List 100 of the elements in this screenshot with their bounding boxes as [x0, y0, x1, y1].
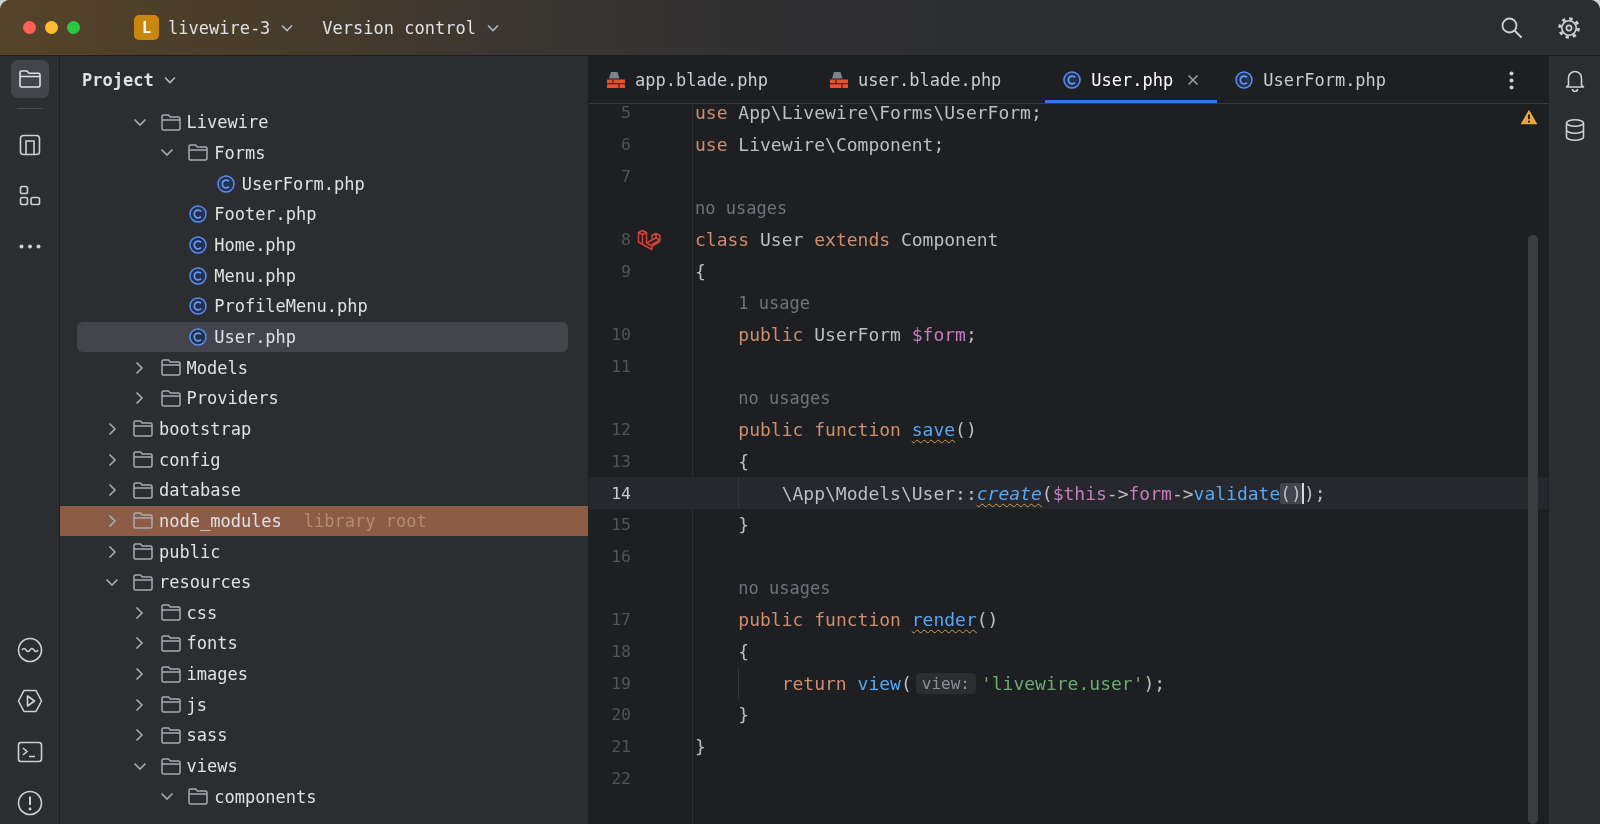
folder-icon — [133, 420, 153, 438]
tree-item[interactable]: Menu.php — [60, 260, 588, 291]
code-text: class User extends Component — [695, 229, 999, 251]
chevron-down-icon — [281, 23, 294, 32]
tree-item[interactable]: Home.php — [60, 229, 588, 261]
class-icon — [189, 235, 208, 254]
minimize-window-button[interactable] — [45, 21, 58, 34]
tree-item[interactable]: fonts — [60, 628, 588, 659]
folder-icon — [133, 512, 153, 530]
code-text: } — [695, 736, 706, 758]
more-icon[interactable] — [18, 243, 41, 249]
folder-icon — [160, 726, 181, 744]
scrollbar-thumb[interactable] — [1528, 235, 1538, 824]
editor-tab[interactable]: app.blade.php — [589, 56, 813, 103]
usage-hint[interactable]: 1 usage — [738, 292, 810, 313]
chevron-down-icon — [163, 76, 176, 84]
line-number: 8 — [620, 230, 631, 250]
folder-icon — [160, 635, 181, 652]
folder-icon — [133, 451, 153, 469]
chevron-down-icon — [486, 23, 499, 32]
parameter-hint: view: — [915, 672, 976, 694]
class-icon — [189, 297, 208, 316]
more-vertical-icon[interactable] — [1509, 71, 1514, 90]
line-number: 18 — [610, 642, 631, 662]
code-text: } — [738, 514, 750, 536]
tree-item[interactable]: bootstrap — [60, 413, 588, 445]
class-icon — [189, 266, 208, 285]
tree-item[interactable]: css — [60, 597, 588, 629]
line-number: 6 — [620, 135, 631, 155]
tree-item[interactable]: js — [60, 689, 588, 721]
tree-item[interactable]: database — [60, 474, 588, 506]
line-number: 22 — [610, 768, 631, 788]
code-text: ); — [1303, 482, 1326, 504]
gutter-marker-icon[interactable] — [637, 228, 661, 251]
blade-file-icon — [606, 71, 626, 89]
repository-dropdown[interactable]: livewire-3 — [168, 17, 294, 38]
squares-icon — [18, 185, 41, 207]
folder-icon — [188, 788, 209, 806]
code-text: public function save() — [738, 419, 977, 441]
database-icon[interactable] — [1563, 118, 1586, 142]
blade-file-icon — [829, 71, 850, 89]
tree-item[interactable]: UserForm.php — [60, 168, 588, 199]
hexagon-play-icon[interactable] — [16, 689, 43, 713]
wave-circle-icon[interactable] — [16, 637, 43, 663]
line-number: 9 — [620, 261, 631, 281]
tree-item[interactable]: Footer.php — [60, 198, 588, 230]
line-number: 7 — [620, 166, 631, 186]
tree-item[interactable]: Livewire — [60, 107, 588, 138]
folder-icon — [160, 665, 181, 683]
tree-item[interactable]: sass — [60, 720, 588, 751]
tree-item[interactable]: Forms — [60, 137, 588, 169]
class-icon — [1063, 71, 1082, 89]
tree-item[interactable]: ProfileMenu.php — [60, 290, 588, 322]
class-icon — [189, 205, 208, 224]
folder-icon — [133, 543, 153, 560]
editor-tab[interactable]: UserForm.php — [1217, 56, 1431, 103]
folder-icon — [160, 389, 181, 407]
line-number: 12 — [610, 420, 631, 440]
tree-item[interactable]: Models — [60, 352, 588, 383]
editor-tab[interactable]: user.blade.php — [812, 56, 1046, 103]
terminal-icon[interactable] — [16, 741, 43, 763]
tool-window-button[interactable] — [10, 60, 49, 98]
tree-item[interactable]: views — [60, 750, 588, 782]
repository-badge: L — [134, 15, 159, 40]
code-text: public function render() — [738, 609, 999, 631]
code-text: public UserForm $form; — [738, 324, 977, 346]
folder-icon — [160, 757, 181, 775]
line-number: 5 — [620, 104, 631, 123]
tree-item[interactable]: public — [60, 536, 588, 567]
class-icon — [216, 174, 235, 193]
tree-item[interactable]: resources — [60, 566, 588, 598]
close-icon[interactable] — [1187, 74, 1200, 86]
code-text: use Livewire\Component; — [695, 134, 945, 156]
folder-icon — [133, 481, 153, 499]
tree-item[interactable]: config — [60, 444, 588, 475]
zoom-window-button[interactable] — [67, 21, 80, 34]
tree-item[interactable]: User.php — [77, 321, 568, 353]
warning-icon[interactable] — [1520, 109, 1538, 125]
line-number: 11 — [610, 356, 631, 376]
line-number: 16 — [610, 546, 631, 566]
line-number: 20 — [610, 705, 631, 725]
line-number: 17 — [610, 610, 631, 630]
class-icon — [1235, 71, 1254, 89]
folder-icon — [160, 696, 181, 714]
tree-item[interactable]: images — [60, 658, 588, 690]
settings-icon[interactable] — [1557, 15, 1581, 40]
vcs-menu[interactable]: Version control — [322, 17, 499, 38]
code-text: { — [695, 260, 706, 282]
editor-tab[interactable]: User.php — [1045, 56, 1218, 103]
tree-item[interactable]: components — [60, 781, 588, 813]
arch-square-icon — [18, 134, 41, 156]
close-window-button[interactable] — [23, 21, 36, 34]
code-text: { — [738, 641, 750, 663]
tree-item[interactable]: Providers — [60, 382, 588, 414]
search-icon[interactable] — [1501, 17, 1522, 38]
bell-icon[interactable] — [1563, 68, 1586, 92]
folder-icon — [160, 604, 181, 622]
exclamation-circle-icon[interactable] — [16, 790, 43, 816]
folder-icon — [133, 573, 153, 591]
panel-title-menu[interactable]: Project — [82, 70, 176, 90]
